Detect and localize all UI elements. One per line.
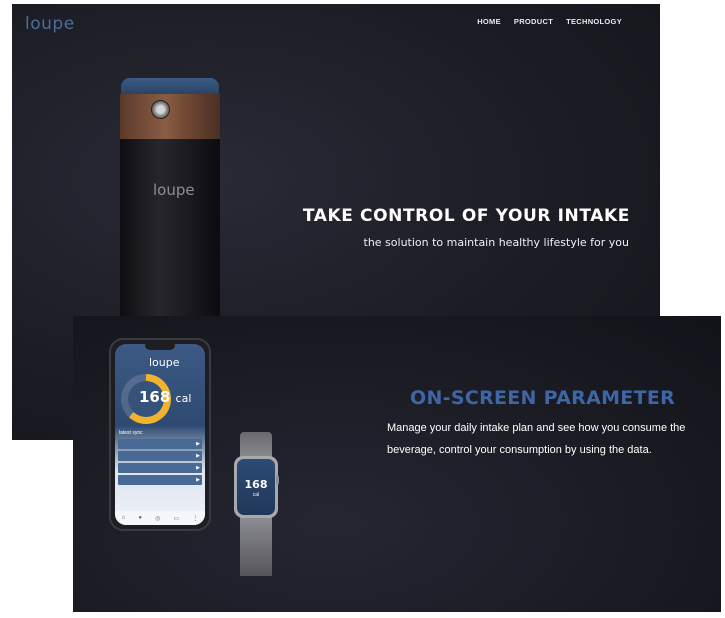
phone-screen: loupe 168 cal latest sync ▶ ▶ ▶ ▶ ⌂ ● ◎ … [115, 344, 205, 525]
more-icon: ⋮ [192, 515, 199, 522]
sync-row: ▶ [118, 439, 202, 449]
calorie-number: 168 [139, 388, 171, 406]
user-icon: ● [138, 515, 142, 521]
play-icon: ▶ [196, 477, 200, 483]
feature-description: Manage your daily intake plan and see ho… [387, 422, 686, 456]
feature-section: loupe 168 cal latest sync ▶ ▶ ▶ ▶ ⌂ ● ◎ … [73, 316, 721, 612]
calorie-unit: cal [175, 392, 192, 405]
smartwatch-mockup: 168 cal [234, 432, 279, 612]
hero-headline: TAKE CONTROL OF YOUR INTAKE [302, 206, 630, 226]
top-nav: HOME PRODUCT TECHNOLOGY [477, 17, 622, 26]
watch-calorie-value: 168 [244, 478, 268, 491]
bottle-brand-text: loupe [153, 181, 195, 199]
home-icon: ⌂ [121, 515, 126, 521]
watch-face: 168 cal [237, 459, 275, 515]
watch-strap-bottom [240, 516, 272, 576]
hero-subheadline: the solution to maintain healthy lifesty… [363, 236, 630, 249]
watch-crown [276, 476, 279, 484]
sync-row: ▶ [118, 475, 202, 485]
latest-sync-label: latest sync [119, 430, 143, 436]
sync-row: ▶ [118, 463, 202, 473]
target-icon: ◎ [155, 515, 161, 522]
watch-calorie-unit: cal [252, 492, 260, 498]
phone-notch [145, 344, 175, 350]
nav-home-link[interactable]: HOME [477, 17, 501, 26]
nav-product-link[interactable]: PRODUCT [514, 17, 553, 26]
play-icon: ▶ [196, 453, 200, 459]
watch-case: 168 cal [234, 456, 278, 518]
chart-icon: ▭ [173, 515, 180, 522]
feature-title: ON-SCREEN PARAMETER [410, 387, 676, 409]
site-logo[interactable]: loupe [25, 14, 75, 34]
app-logo: loupe [149, 356, 180, 369]
app-dock: ⌂ ● ◎ ▭ ⋮ [115, 511, 205, 525]
sync-row: ▶ [118, 451, 202, 461]
play-icon: ▶ [196, 465, 200, 471]
play-icon: ▶ [196, 441, 200, 447]
phone-mockup: loupe 168 cal latest sync ▶ ▶ ▶ ▶ ⌂ ● ◎ … [109, 338, 211, 531]
calorie-value: 168 cal [139, 388, 191, 406]
bottle-band [120, 94, 220, 139]
bottle-button [151, 100, 170, 119]
nav-technology-link[interactable]: TECHNOLOGY [566, 17, 622, 26]
